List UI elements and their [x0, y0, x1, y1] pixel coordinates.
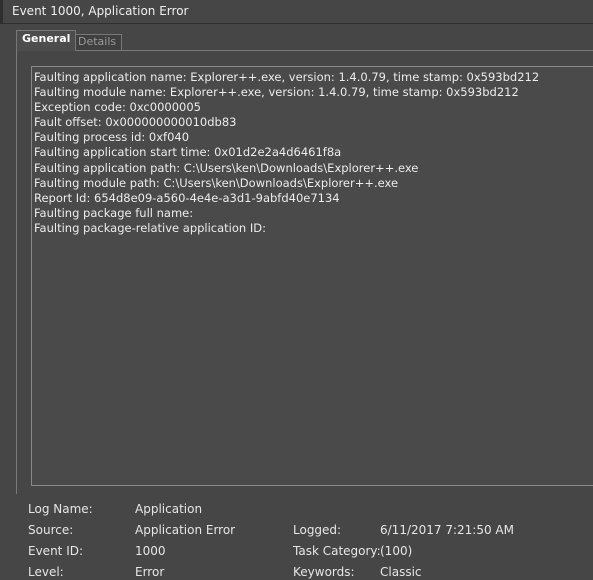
- description-line: Faulting application name: Explorer++.ex…: [34, 70, 540, 84]
- task-category-value: (100): [380, 544, 413, 558]
- event-id-value: 1000: [135, 544, 166, 558]
- description-line: Faulting package-relative application ID…: [34, 220, 266, 235]
- window-title-bar: Event 1000, Application Error: [0, 0, 593, 24]
- description-line: Faulting application start time: 0x01d2e…: [34, 145, 342, 160]
- description-line: Faulting process id: 0xf040: [34, 130, 190, 145]
- level-value: Error: [135, 565, 165, 579]
- keywords-label: Keywords:: [293, 565, 355, 579]
- logged-label: Logged:: [293, 523, 342, 537]
- event-id-label: Event ID:: [28, 544, 84, 558]
- source-label: Source:: [28, 523, 74, 537]
- general-tab-panel: Faulting application name: Explorer++.ex…: [16, 50, 593, 494]
- description-line: Faulting module name: Explorer++.exe, ve…: [34, 85, 519, 100]
- logged-value: 6/11/2017 7:21:50 AM: [380, 523, 514, 537]
- description-line: Fault offset: 0x000000000010db83: [34, 115, 237, 130]
- description-line: Faulting module path: C:\Users\ken\Downl…: [34, 175, 399, 190]
- source-value: Application Error: [135, 523, 236, 537]
- event-description-textbox[interactable]: Faulting application name: Explorer++.ex…: [31, 66, 593, 486]
- event-properties: Log Name: Application Source: Applicatio…: [0, 498, 593, 580]
- window-title: Event 1000, Application Error: [12, 4, 189, 18]
- description-line: Faulting application path: C:\Users\ken\…: [34, 160, 419, 175]
- description-line: Report Id: 654d8e09-a560-4e4e-a3d1-9abfd…: [34, 190, 340, 205]
- tab-general[interactable]: General: [16, 30, 77, 51]
- description-line: Faulting package full name:: [34, 205, 194, 220]
- title-bar-edge: [0, 0, 3, 24]
- description-line: Exception code: 0xc0000005: [34, 100, 201, 115]
- tab-details[interactable]: Details: [72, 34, 123, 50]
- keywords-value: Classic: [380, 565, 422, 579]
- log-name-label: Log Name:: [28, 502, 93, 516]
- log-name-value: Application: [135, 502, 203, 516]
- level-label: Level:: [28, 565, 64, 579]
- task-category-label: Task Category:: [293, 544, 381, 558]
